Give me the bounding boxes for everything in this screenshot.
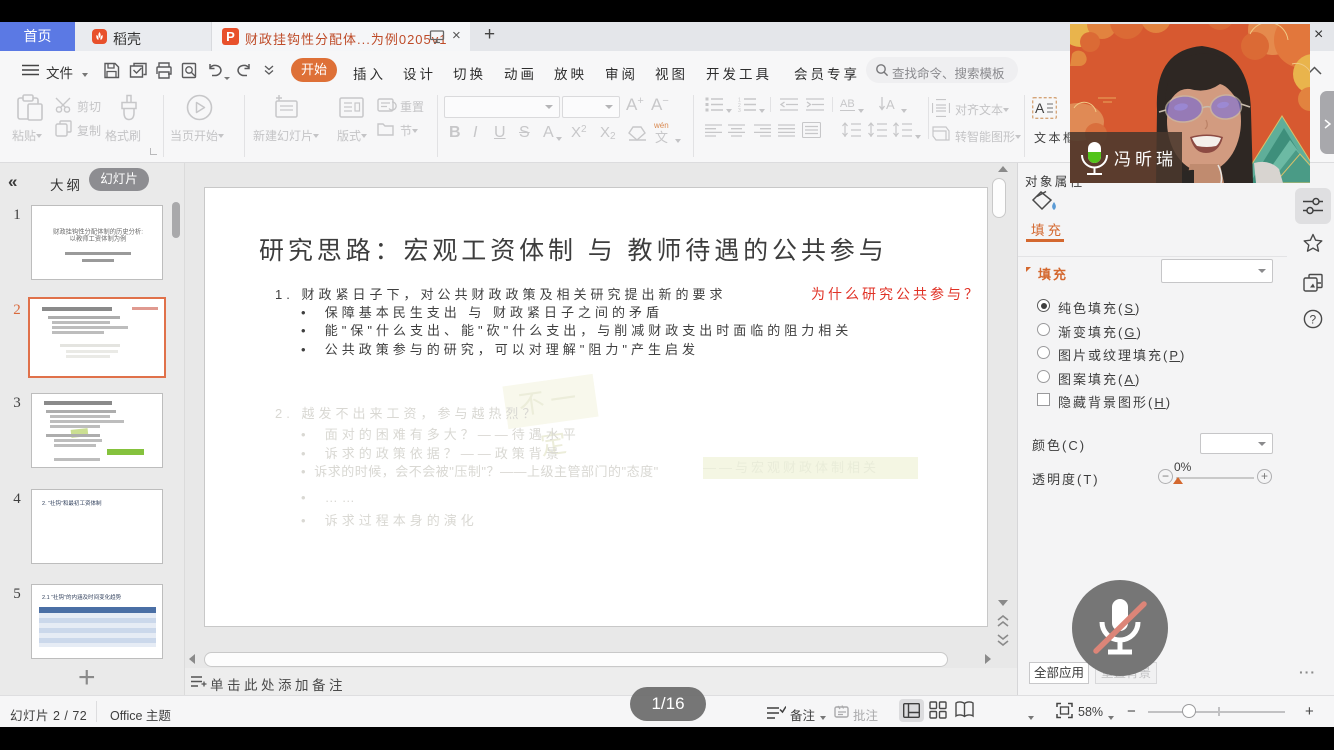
svg-text:?: ? bbox=[1310, 313, 1317, 327]
svg-text:A: A bbox=[1035, 100, 1045, 116]
svg-text:冯昕瑞: 冯昕瑞 bbox=[1114, 150, 1177, 169]
svg-text:3: 3 bbox=[738, 108, 741, 112]
svg-text:A: A bbox=[886, 97, 895, 112]
